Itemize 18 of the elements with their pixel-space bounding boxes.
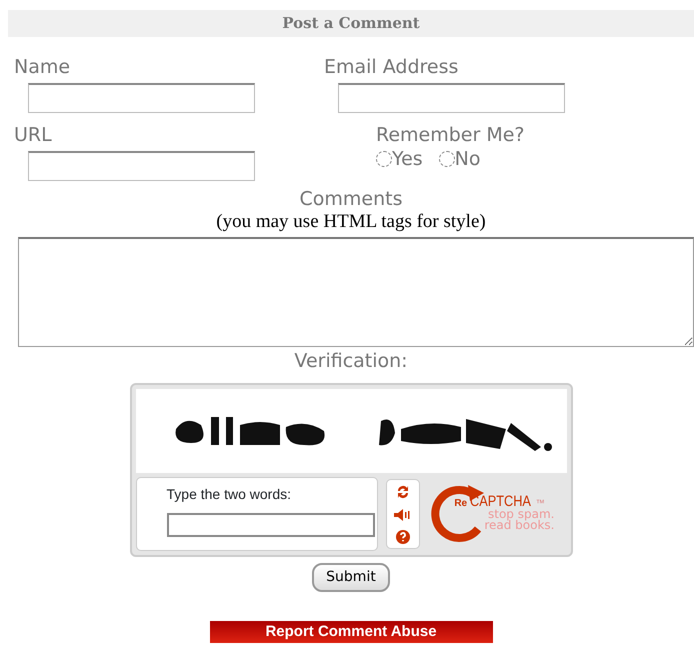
option-label: Yes — [392, 147, 423, 171]
field-label: Name — [14, 55, 72, 79]
option-label: No — [454, 147, 481, 171]
field-label: URL — [14, 123, 53, 147]
prompt-text: Type the two words: — [166, 485, 292, 504]
field-label: Comments — [298, 187, 404, 211]
field-label: Verification: — [293, 349, 409, 373]
logo-text: Re — [454, 498, 468, 508]
field-label: Email Address — [324, 55, 460, 79]
trademark-text: ™ — [536, 498, 545, 508]
radio-option[interactable]: No — [438, 147, 481, 171]
hint-text: (you may use HTML tags for style) — [215, 211, 487, 233]
section-heading: Post a Comment — [8, 10, 694, 37]
submit-button[interactable]: Submit — [312, 563, 390, 592]
radio-option[interactable]: Yes — [376, 147, 423, 171]
field-label: Remember Me? — [376, 123, 526, 147]
tagline-text: stop spam. read books. — [484, 508, 554, 530]
report-button[interactable]: Report Comment Abuse — [210, 621, 492, 643]
